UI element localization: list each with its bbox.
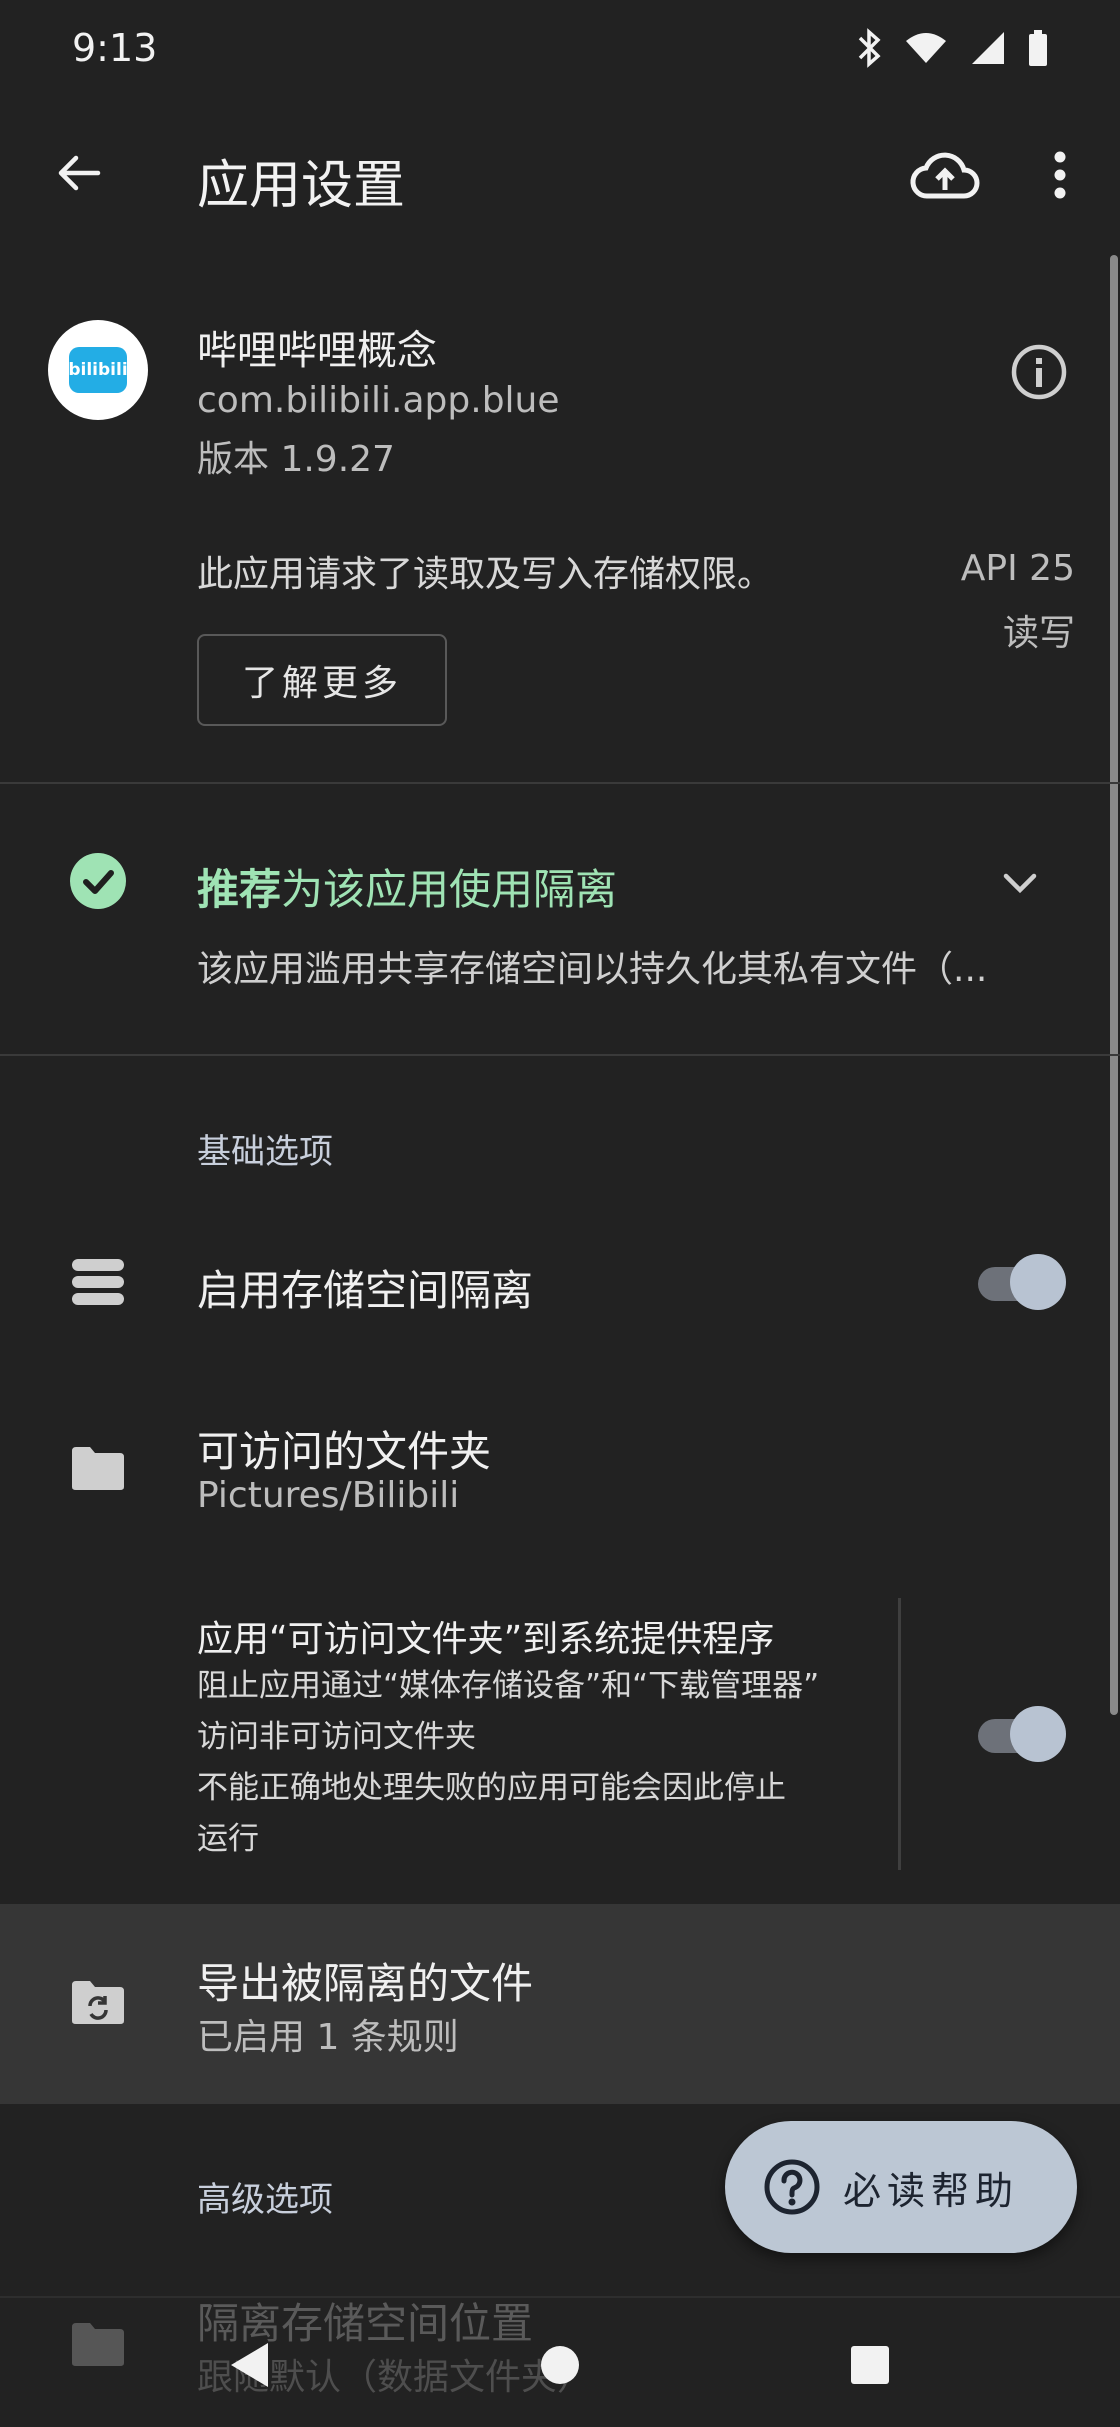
- apply-to-provider-line-3: 不能正确地处理失败的应用可能会因此停止: [197, 1770, 786, 1806]
- info-icon: [1011, 344, 1067, 400]
- app-info-button[interactable]: [1005, 338, 1073, 406]
- divider: [0, 1054, 1120, 1056]
- expand-button[interactable]: [995, 858, 1045, 908]
- nav-recents-icon: [851, 2346, 889, 2384]
- export-files-value: 已启用 1 条规则: [197, 2017, 459, 2058]
- recommendation-card[interactable]: [0, 784, 1120, 1054]
- more-vert-icon: [1054, 151, 1066, 199]
- cloud-upload-icon: [910, 152, 980, 199]
- arrow-back-icon: [58, 155, 101, 191]
- recommendation-description: 该应用滥用共享存储空间以持久化其私有文件（...: [197, 949, 988, 990]
- storage-icon: [70, 1254, 126, 1310]
- section-title-basic: 基础选项: [197, 1132, 333, 1172]
- apply-to-provider-line-1: 阻止应用通过“媒体存储设备”和“下载管理器”: [197, 1668, 820, 1704]
- package-name: com.bilibili.app.blue: [197, 380, 560, 421]
- learn-more-button[interactable]: 了解更多: [197, 634, 447, 726]
- status-bar: 9:13: [0, 0, 1120, 100]
- nav-back-icon: [231, 2343, 268, 2387]
- wifi-icon: [904, 31, 948, 69]
- accessible-folders-row[interactable]: [0, 1390, 1120, 1550]
- status-icons: [856, 28, 1048, 72]
- vertical-divider: [898, 1598, 901, 1870]
- apply-to-provider-toggle[interactable]: [974, 1706, 1066, 1762]
- cloud-upload-button[interactable]: [905, 135, 985, 215]
- nav-back-button[interactable]: [210, 2330, 290, 2400]
- apply-to-provider-title: 应用“可访问文件夹”到系统提供程序: [197, 1619, 775, 1660]
- section-title-advanced: 高级选项: [197, 2180, 333, 2220]
- back-button[interactable]: [40, 135, 116, 211]
- nav-recents-button[interactable]: [830, 2325, 910, 2405]
- apply-to-provider-line-2: 访问非可访问文件夹: [197, 1719, 476, 1755]
- check-circle-icon: [70, 853, 126, 909]
- toggle-thumb: [1010, 1706, 1066, 1762]
- folder-icon: [70, 1440, 126, 1496]
- app-version: 版本 1.9.27: [197, 439, 395, 480]
- enable-isolation-toggle[interactable]: [974, 1254, 1066, 1310]
- page-title: 应用设置: [197, 156, 406, 216]
- app-icon: bilibili: [48, 320, 148, 420]
- export-files-title: 导出被隔离的文件: [197, 1959, 534, 2008]
- api-level: API 25: [960, 548, 1075, 589]
- permission-mode: 读写: [1002, 613, 1075, 654]
- status-time: 9:13: [72, 26, 158, 70]
- apply-to-provider-line-4: 运行: [197, 1821, 259, 1857]
- recommendation-title-rest: 为该应用使用隔离: [281, 865, 618, 914]
- chevron-down-icon: [1003, 873, 1037, 894]
- enable-isolation-row[interactable]: [0, 1230, 1120, 1330]
- app-logo: bilibili: [68, 347, 128, 393]
- accessible-folders-value: Pictures/Bilibili: [197, 1475, 460, 1516]
- accessible-folders-title: 可访问的文件夹: [197, 1427, 492, 1476]
- app-name: 哔哩哔哩概念: [197, 328, 437, 374]
- nav-home-button[interactable]: [520, 2325, 600, 2405]
- recommendation-title: 推荐为该应用使用隔离: [197, 856, 617, 917]
- help-icon: [763, 2158, 821, 2216]
- recommendation-title-bold: 推荐: [197, 865, 282, 914]
- bluetooth-icon: [856, 28, 882, 72]
- battery-icon: [1028, 30, 1048, 70]
- folder-sync-icon: [70, 1974, 126, 2030]
- export-files-row[interactable]: [0, 1904, 1120, 2104]
- nav-home-icon: [541, 2346, 579, 2384]
- signal-icon: [970, 30, 1006, 70]
- toggle-thumb: [1010, 1254, 1066, 1310]
- enable-isolation-title: 启用存储空间隔离: [197, 1266, 534, 1315]
- help-fab-label: 必读帮助: [843, 2168, 1020, 2213]
- help-fab[interactable]: 必读帮助: [725, 2121, 1077, 2253]
- permission-text: 此应用请求了读取及写入存储权限。: [197, 554, 774, 595]
- more-options-button[interactable]: [1040, 135, 1080, 215]
